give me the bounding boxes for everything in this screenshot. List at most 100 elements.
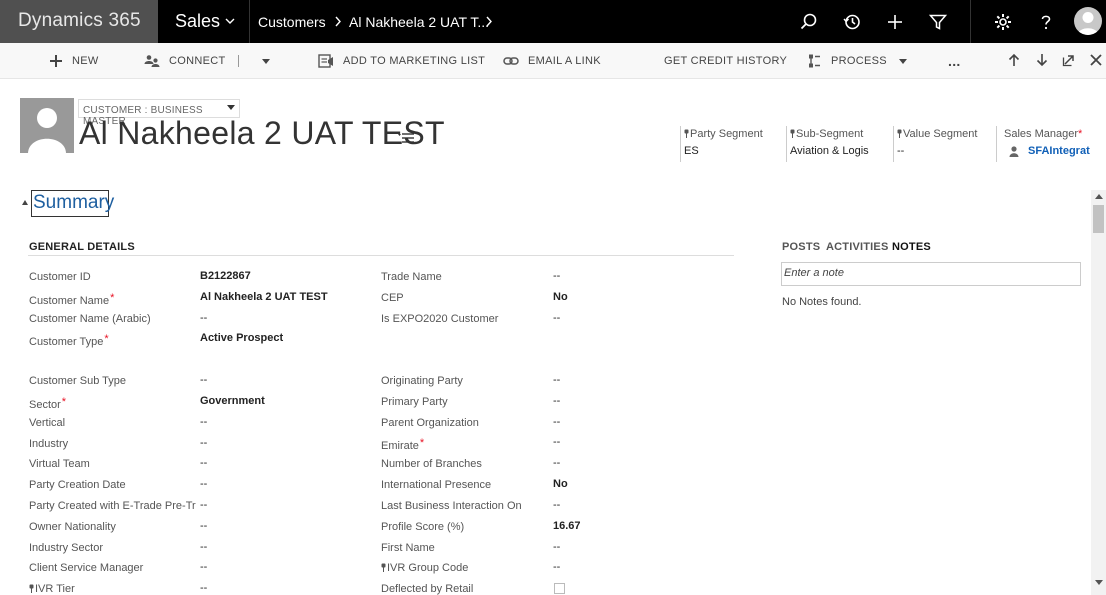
person-icon <box>1077 12 1099 35</box>
user-avatar[interactable] <box>1074 7 1102 35</box>
field-label-text: Is EXPO2020 Customer <box>381 313 499 325</box>
field-value[interactable]: -- <box>553 312 560 324</box>
help-icon[interactable] <box>1036 12 1056 32</box>
field-value[interactable]: -- <box>553 270 560 282</box>
title-menu-icon[interactable] <box>397 131 415 145</box>
field-value[interactable]: Government <box>200 395 265 407</box>
breadcrumb-record[interactable]: Al Nakheela 2 UAT T... <box>349 14 489 30</box>
lock-icon <box>29 584 34 593</box>
field-value[interactable]: -- <box>200 437 207 449</box>
plus-icon[interactable] <box>885 12 905 32</box>
chevron-right-icon <box>335 16 341 27</box>
field-value[interactable]: -- <box>200 561 207 573</box>
field-value[interactable]: -- <box>553 541 560 553</box>
field-label: Emirate* <box>381 437 424 452</box>
field-value[interactable]: No <box>553 291 568 303</box>
field-value[interactable]: -- <box>200 478 207 490</box>
record-title: Al Nakheela 2 UAT TEST <box>79 115 445 151</box>
note-input[interactable]: Enter a note <box>781 262 1081 286</box>
field-value[interactable]: Al Nakheela 2 UAT TEST <box>200 291 328 303</box>
required-asterisk: * <box>104 333 109 345</box>
scrollbar-thumb[interactable] <box>1093 205 1104 233</box>
field-value[interactable]: -- <box>200 312 207 324</box>
area-selector[interactable]: Sales <box>158 0 250 43</box>
tab-activities[interactable]: ACTIVITIES <box>826 241 889 253</box>
lock-icon <box>790 129 795 138</box>
search-icon[interactable] <box>799 12 819 32</box>
deflected-by-retail-checkbox[interactable] <box>554 583 565 594</box>
field-value[interactable]: -- <box>553 416 560 428</box>
field-value[interactable]: -- <box>200 541 207 553</box>
section-divider <box>28 255 734 256</box>
field-label-text: Trade Name <box>381 271 442 283</box>
field-value[interactable]: No <box>553 478 568 490</box>
field-value[interactable]: Active Prospect <box>200 332 283 344</box>
header-field-sub-segment[interactable]: Sub-Segment Aviation & Logis <box>786 126 884 162</box>
field-label-text: Customer Type <box>29 336 104 348</box>
new-button[interactable]: NEW <box>49 43 99 79</box>
close-icon[interactable] <box>1089 53 1103 67</box>
arrow-down-icon[interactable] <box>1035 53 1049 67</box>
process-button[interactable]: PROCESS <box>808 43 907 79</box>
scroll-down-arrow-icon[interactable] <box>1095 580 1103 585</box>
field-value[interactable]: -- <box>553 457 560 469</box>
tab-notes[interactable]: NOTES <box>892 241 931 253</box>
chevron-right-icon[interactable] <box>485 15 493 28</box>
field-value[interactable]: -- <box>553 436 560 448</box>
summary-tab-title[interactable]: Summary <box>31 190 114 217</box>
field-label: CEP <box>381 292 404 304</box>
field-value[interactable]: -- <box>553 561 560 573</box>
email-a-link-button[interactable]: EMAIL A LINK <box>503 43 601 79</box>
field-value[interactable]: 16.67 <box>553 520 581 532</box>
field-value[interactable]: -- <box>200 374 207 386</box>
field-label: Is EXPO2020 Customer <box>381 313 498 325</box>
field-value[interactable]: -- <box>200 416 207 428</box>
field-label-text: IVR Group Code <box>387 562 469 574</box>
field-value[interactable]: -- <box>200 499 207 511</box>
arrow-up-icon[interactable] <box>1007 53 1021 67</box>
field-value[interactable]: -- <box>200 520 207 532</box>
header-field-sales-manager[interactable]: Sales Manager* SFAIntegratio <box>996 126 1090 162</box>
add-to-marketing-list-button[interactable]: ADD TO MARKETING LIST <box>318 43 485 79</box>
field-value[interactable]: -- <box>200 582 207 594</box>
record-image[interactable] <box>20 98 74 153</box>
breadcrumb-customers[interactable]: Customers <box>258 14 326 30</box>
sales-manager-value[interactable]: SFAIntegratio <box>1028 145 1090 157</box>
field-label: Virtual Team <box>29 458 90 470</box>
more-commands-button[interactable]: ... <box>948 43 961 79</box>
connect-button[interactable]: CONNECT <box>144 43 226 79</box>
field-label: Customer Name (Arabic) <box>29 313 151 325</box>
filter-icon[interactable] <box>928 12 948 32</box>
link-icon <box>503 57 519 65</box>
field-value[interactable]: -- <box>553 499 560 511</box>
field-label: Number of Branches <box>381 458 482 470</box>
field-label: Originating Party <box>381 375 463 387</box>
pop-out-icon[interactable] <box>1062 53 1076 67</box>
party-segment-value: ES <box>684 145 699 157</box>
field-value[interactable]: -- <box>553 374 560 386</box>
field-label-text: Customer Name (Arabic) <box>29 313 151 325</box>
field-label: Profile Score (%) <box>381 521 464 533</box>
field-value[interactable]: -- <box>553 395 560 407</box>
gear-icon[interactable] <box>993 12 1013 32</box>
get-credit-history-button[interactable]: GET CREDIT HISTORY <box>664 43 787 79</box>
field-label: Customer Type* <box>29 333 109 348</box>
brand-tile[interactable]: Dynamics 365 <box>0 0 158 43</box>
sub-segment-value: Aviation & Logis <box>790 145 869 157</box>
no-notes-text: No Notes found. <box>782 296 862 308</box>
header-field-value-segment[interactable]: Value Segment -- <box>893 126 991 162</box>
field-value[interactable]: -- <box>200 457 207 469</box>
field-label: IVR Group Code <box>381 562 468 574</box>
field-value[interactable]: B2122867 <box>200 270 251 282</box>
scroll-up-arrow-icon[interactable] <box>1095 194 1103 199</box>
lock-icon <box>684 129 689 138</box>
header-field-party-segment[interactable]: Party Segment ES <box>680 126 776 162</box>
required-asterisk: * <box>61 396 67 408</box>
field-label: Party Creation Date <box>29 479 126 491</box>
collapse-triangle-icon[interactable] <box>22 200 28 205</box>
tab-posts[interactable]: POSTS <box>782 241 820 253</box>
field-label-text: Customer Name <box>29 295 110 307</box>
history-icon[interactable] <box>842 12 862 32</box>
vertical-scrollbar[interactable] <box>1091 190 1106 595</box>
caret-down-icon[interactable] <box>262 59 270 64</box>
